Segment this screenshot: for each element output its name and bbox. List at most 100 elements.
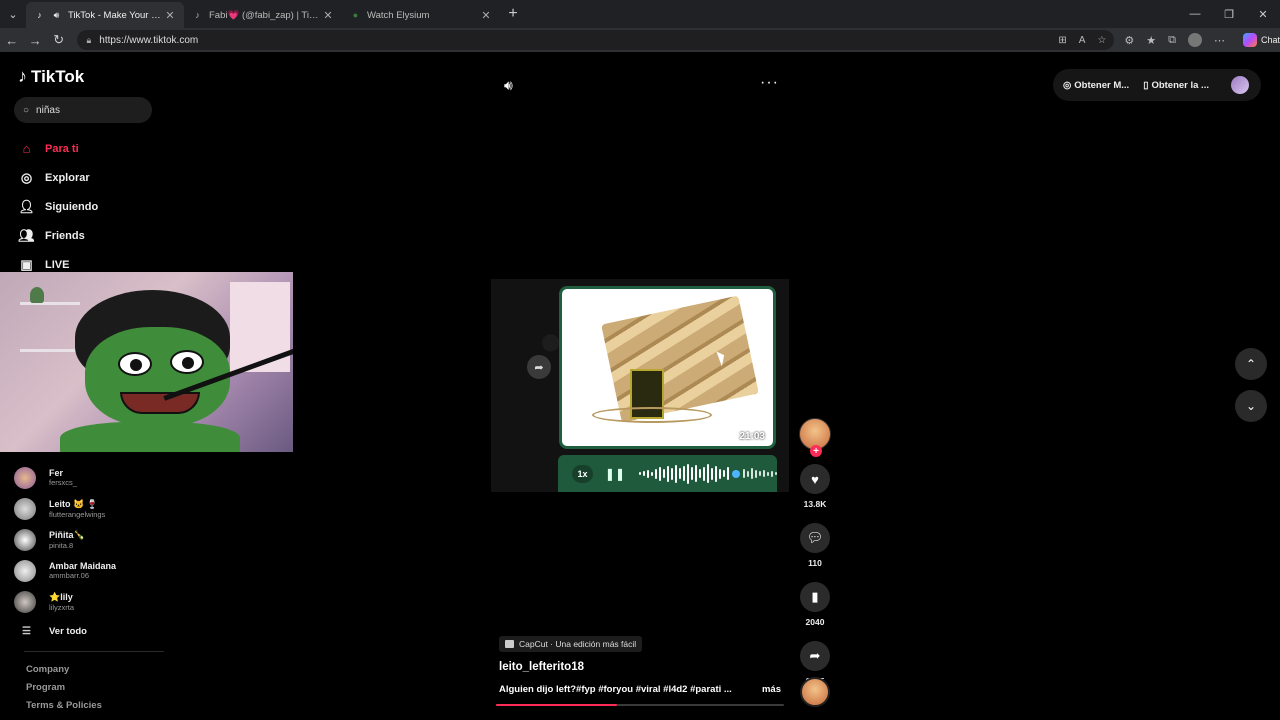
- tab-fabi[interactable]: ♪ Fabi💗 (@fabi_zap) | TikTok ✕: [184, 2, 342, 28]
- forward-icon[interactable]: →: [24, 33, 48, 48]
- account-username: lilyzxrta: [49, 602, 75, 612]
- account-name: Piñita🍾: [49, 529, 85, 540]
- footer-link-terms[interactable]: Terms & Policies: [26, 700, 102, 718]
- waveform-bar: [771, 470, 773, 477]
- search-icon: ○: [23, 104, 30, 116]
- account-name: Leito 🐱 🍷: [49, 498, 98, 509]
- search-input[interactable]: ○ niñas: [14, 97, 152, 123]
- comment-action: 💬︎ 110: [800, 523, 830, 568]
- sidebar-item-label: LIVE: [45, 258, 70, 271]
- profile-avatar[interactable]: [1188, 33, 1202, 47]
- video-progress-bar[interactable]: [496, 704, 784, 706]
- following-icon: 👤︎: [18, 198, 35, 214]
- more-options-icon[interactable]: ···: [760, 74, 779, 92]
- lock-icon[interactable]: 🔒︎: [87, 35, 92, 46]
- close-tab-icon[interactable]: ✕: [480, 9, 492, 22]
- sidebar-item-siguiendo[interactable]: 👤︎ Siguiendo: [18, 192, 98, 221]
- tab-elysium[interactable]: ● Watch Elysium ✕: [342, 2, 500, 28]
- action-rail: + ♥ 13.8K 💬︎ 110 ▮ 2040 ➦ 6075: [796, 418, 834, 686]
- more-button[interactable]: más: [762, 684, 781, 695]
- character-mouth: [120, 392, 200, 414]
- account-username: flutterangelwings: [49, 509, 106, 519]
- footer-link-program[interactable]: Program: [26, 682, 102, 700]
- account-item[interactable]: ⭐lily lilyzxrta: [14, 586, 164, 617]
- waveform-bar: [695, 465, 697, 482]
- new-tab-icon[interactable]: +: [500, 5, 526, 23]
- close-window-icon[interactable]: ✕: [1246, 0, 1280, 28]
- waveform-bar: [671, 467, 673, 480]
- sidebar-item-explorar[interactable]: ◎ Explorar: [18, 163, 98, 192]
- profile-avatar[interactable]: [1231, 76, 1249, 94]
- favorite-star-icon[interactable]: ☆: [1097, 35, 1106, 46]
- sidebar-item-friends[interactable]: 👥︎ Friends: [18, 221, 98, 250]
- capcut-badge[interactable]: CapCut · Una edición más fácil: [499, 636, 643, 652]
- audio-message-bar: 1x ❚❚: [558, 455, 777, 492]
- get-app-button[interactable]: ▯ Obtener la ...: [1143, 80, 1209, 91]
- tab-tiktok[interactable]: ♪ 🔊︎ TikTok - Make Your Day ✕: [26, 2, 184, 28]
- friends-icon: 👥︎: [18, 227, 35, 243]
- apps-icon[interactable]: ⊞: [1058, 35, 1066, 46]
- get-coins-button[interactable]: ◎ Obtener M...: [1063, 80, 1129, 91]
- waveform-bar: [743, 469, 745, 478]
- share-icon[interactable]: ➦: [800, 641, 830, 671]
- more-icon[interactable]: ⋯: [1214, 34, 1225, 47]
- footer-links: Company Program Terms & Policies: [26, 664, 102, 718]
- back-icon[interactable]: ←: [0, 33, 24, 48]
- account-item[interactable]: Fer fersxcs_: [14, 462, 164, 493]
- volume-icon[interactable]: 🔊︎: [504, 77, 513, 94]
- translate-icon[interactable]: A: [1079, 35, 1086, 46]
- account-text: Leito 🐱 🍷 flutterangelwings: [49, 499, 105, 519]
- account-item[interactable]: Piñita🍾 pinita.8: [14, 524, 164, 555]
- extensions-icon[interactable]: ⚙: [1124, 34, 1134, 47]
- list-icon: ☰: [22, 625, 31, 637]
- waveform-bar: [747, 470, 749, 477]
- video-username[interactable]: leito_lefterito18: [499, 661, 584, 673]
- browser-tab-bar: ⌄ ♪ 🔊︎ TikTok - Make Your Day ✕ ♪ Fabi💗 …: [0, 0, 1280, 28]
- avatar: [14, 559, 36, 582]
- collections-icon[interactable]: ⧉: [1168, 34, 1176, 47]
- following-accounts-list: Fer fersxcs_ Leito 🐱 🍷 flutterangelwings…: [14, 462, 164, 652]
- tab-actions-icon[interactable]: ⌄: [0, 0, 26, 28]
- sidebar-item-para-ti[interactable]: ⌂ Para ti: [18, 134, 98, 163]
- tiktok-logo[interactable]: ♪ TikTok: [18, 66, 84, 87]
- tiktok-favicon-icon: ♪: [37, 10, 42, 20]
- minimize-icon[interactable]: —: [1178, 0, 1212, 28]
- waveform-bar: [679, 468, 681, 479]
- forward-icon[interactable]: ➦: [527, 355, 551, 379]
- next-video-button[interactable]: ⌄: [1235, 390, 1267, 422]
- waveform-playhead[interactable]: [732, 469, 740, 478]
- waveform-bar: [759, 471, 761, 476]
- creator-avatar[interactable]: +: [799, 418, 831, 457]
- shelf-image: [20, 302, 80, 352]
- restore-icon[interactable]: ❐: [1212, 0, 1246, 28]
- reload-icon[interactable]: ↻: [47, 32, 71, 48]
- live-icon: ▣: [20, 256, 33, 272]
- waveform-bar: [727, 467, 729, 480]
- crate-trap-image: [601, 295, 759, 423]
- follow-plus-icon[interactable]: +: [810, 445, 822, 457]
- playback-speed-button[interactable]: 1x: [572, 464, 593, 483]
- video-player[interactable]: ➦ 21:03 1x ❚❚: [491, 279, 789, 492]
- account-item[interactable]: Ambar Maidana ammbarr.06: [14, 555, 164, 586]
- sidebar-item-label: Siguiendo: [45, 200, 99, 213]
- comment-count: 110: [808, 558, 822, 568]
- heart-icon[interactable]: ♥: [800, 464, 830, 494]
- save-count: 2040: [805, 617, 825, 627]
- close-tab-icon[interactable]: ✕: [322, 9, 334, 22]
- pause-icon[interactable]: ❚❚: [605, 467, 625, 481]
- url-field[interactable]: 🔒︎ https://www.tiktok.com ⊞ A ☆: [76, 30, 1115, 50]
- footer-link-company[interactable]: Company: [26, 664, 102, 682]
- copilot-chat-button[interactable]: Chat: [1243, 33, 1280, 47]
- music-disc-avatar[interactable]: [800, 677, 830, 707]
- speaker-icon[interactable]: 🔊︎: [51, 10, 62, 21]
- close-tab-icon[interactable]: ✕: [164, 9, 176, 22]
- rope-image: [592, 407, 712, 423]
- bookmark-icon[interactable]: ▮: [800, 582, 830, 612]
- comment-icon[interactable]: 💬︎: [800, 523, 830, 553]
- account-item[interactable]: Leito 🐱 🍷 flutterangelwings: [14, 493, 164, 524]
- audio-waveform[interactable]: [639, 463, 777, 484]
- see-all-button[interactable]: ☰ Ver todo: [14, 617, 164, 645]
- previous-video-button[interactable]: ⌃: [1235, 348, 1267, 380]
- message-timestamp: 21:03: [739, 431, 765, 442]
- favorites-icon[interactable]: ★: [1146, 34, 1156, 47]
